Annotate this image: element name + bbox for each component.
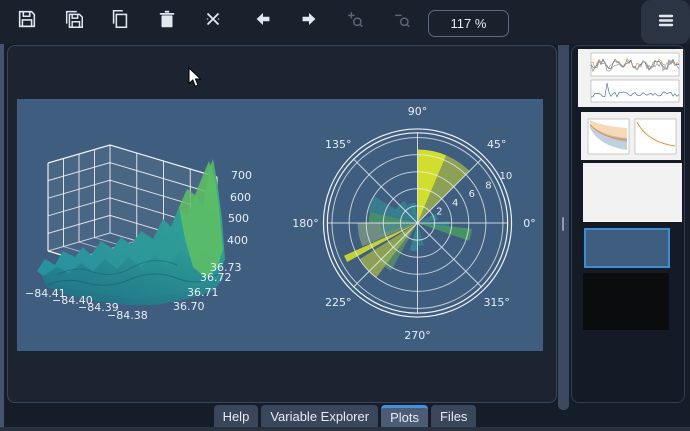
hamburger-icon xyxy=(654,8,678,37)
thumbnail-1-image xyxy=(578,49,683,107)
next-plot-button[interactable] xyxy=(294,6,324,36)
arrow-right-icon xyxy=(298,8,320,35)
plots-thumbnail-sidebar xyxy=(571,45,685,403)
copy-plot-button[interactable] xyxy=(105,6,135,36)
plot-thumbnail-5[interactable] xyxy=(583,273,669,330)
svg-text:2: 2 xyxy=(436,206,442,217)
ztick-label: 400 xyxy=(227,234,248,247)
svg-text:4: 4 xyxy=(452,198,458,209)
zoom-out-icon xyxy=(391,8,413,35)
figure-canvas: 0° 45° 90° 135° 180° 225° 270° 315° 2468 10 700 6… xyxy=(17,99,543,351)
save-plot-button[interactable] xyxy=(12,6,42,36)
trash-icon xyxy=(156,8,178,35)
zoom-in-button[interactable] xyxy=(340,6,370,36)
zoom-in-icon xyxy=(344,8,366,35)
svg-text:90°: 90° xyxy=(408,105,428,118)
thumbnail-2-image xyxy=(581,112,681,160)
svg-text:225°: 225° xyxy=(325,296,352,309)
splitter-handle-icon xyxy=(562,217,564,231)
svg-text:10: 10 xyxy=(499,171,512,182)
svg-text:0°: 0° xyxy=(523,217,536,230)
plots-main-pane: 0° 45° 90° 135° 180° 225° 270° 315° 2468 10 700 6… xyxy=(7,45,557,403)
copy-icon xyxy=(109,8,131,35)
remove-plot-button[interactable] xyxy=(152,6,182,36)
svg-text:6: 6 xyxy=(469,189,475,200)
svg-text:180°: 180° xyxy=(292,217,319,230)
bottom-tab-bar: Help Variable Explorer Plots Files xyxy=(0,405,690,427)
pane-splitter[interactable] xyxy=(558,45,569,410)
save-all-icon xyxy=(63,8,85,35)
svg-text:315°: 315° xyxy=(483,296,510,309)
save-icon xyxy=(16,8,38,35)
svg-text:45°: 45° xyxy=(487,138,507,151)
remove-all-plots-button[interactable] xyxy=(198,6,228,36)
polar-axes: 0° 45° 90° 135° 180° 225° 270° 315° 2468 10 xyxy=(292,105,536,342)
zoom-level-value: 117 % xyxy=(451,16,487,31)
previous-plot-button[interactable] xyxy=(248,6,278,36)
tab-help[interactable]: Help xyxy=(214,405,259,427)
options-menu-button[interactable] xyxy=(641,0,690,44)
save-all-plots-button[interactable] xyxy=(59,6,89,36)
ztick-label: 700 xyxy=(231,169,252,182)
svg-text:8: 8 xyxy=(485,180,491,191)
plot-thumbnail-4-selected[interactable] xyxy=(584,228,670,268)
thumbnail-4-image xyxy=(586,230,668,266)
tab-plots[interactable]: Plots xyxy=(381,405,428,427)
ytick-label: 36.71 xyxy=(187,286,219,299)
xtick-label: −84.38 xyxy=(107,309,148,322)
arrow-left-icon xyxy=(252,8,274,35)
plot-thumbnail-2[interactable] xyxy=(581,112,681,160)
tab-files[interactable]: Files xyxy=(431,405,476,427)
zoom-level-indicator: 117 % xyxy=(428,10,509,37)
close-all-icon xyxy=(202,8,224,35)
zoom-out-button[interactable] xyxy=(387,6,417,36)
ytick-label: 36.70 xyxy=(173,300,205,313)
window-bottom-strip xyxy=(0,427,690,431)
plot-thumbnail-1[interactable] xyxy=(578,49,683,107)
ztick-label: 500 xyxy=(228,212,249,225)
ztick-label: 600 xyxy=(230,191,251,204)
svg-text:270°: 270° xyxy=(404,329,431,342)
thumbnail-3-image xyxy=(583,163,682,222)
left-window-edge xyxy=(0,44,4,431)
thumbnail-5-image xyxy=(583,273,669,330)
tab-variable-explorer[interactable]: Variable Explorer xyxy=(261,405,378,427)
svg-text:135°: 135° xyxy=(325,138,352,151)
plots-toolbar: 117 % xyxy=(0,0,690,44)
ytick-label: 36.72 xyxy=(200,271,232,284)
plot-thumbnail-3[interactable] xyxy=(583,163,682,222)
